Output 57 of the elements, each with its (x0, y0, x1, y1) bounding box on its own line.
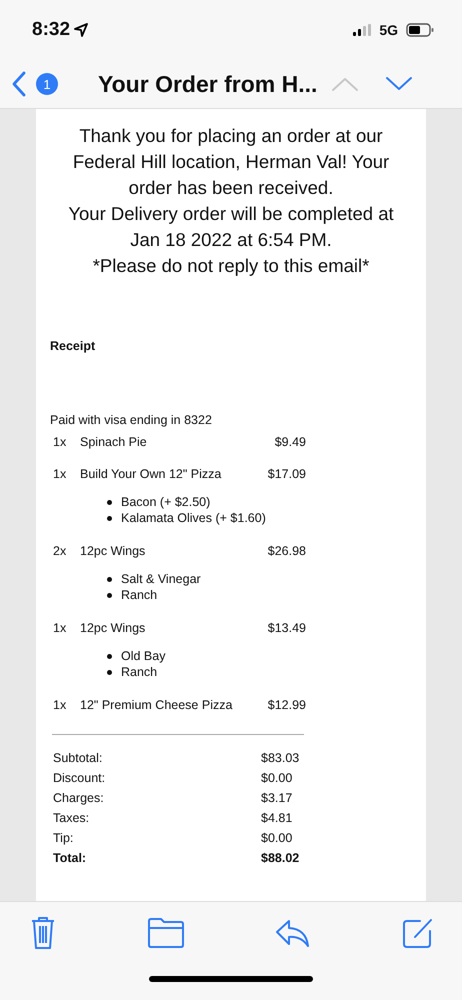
total-label: Total: (53, 850, 88, 867)
next-message-button[interactable] (385, 76, 414, 92)
trash-button[interactable] (30, 916, 56, 950)
item-quantity: 1x (52, 698, 68, 712)
item-price: $9.49 (274, 435, 306, 449)
total-label: Tip: (53, 830, 74, 847)
item-price: $12.99 (268, 698, 306, 712)
item-quantity: 2x (52, 544, 68, 558)
location-arrow-icon (74, 23, 88, 37)
message-paragraph: Your Delivery order will be completed at Jan 18 2022 at 6:54 PM. (67, 202, 395, 252)
payment-info: Paid with visa ending in 8322 (50, 413, 213, 427)
bullet-icon (107, 576, 112, 582)
item-quantity: 1x (52, 621, 68, 635)
item-name: 12pc Wings (80, 621, 146, 635)
signal-icon (353, 24, 372, 36)
total-value: $0.00 (261, 830, 294, 847)
item-option: Salt & Vinegar (121, 571, 201, 587)
bullet-icon (107, 592, 112, 598)
message-paragraph: *Please do not reply to this email* (92, 254, 370, 278)
item-name: Spinach Pie (80, 435, 148, 449)
total-label: Discount: (53, 770, 106, 787)
item-name: 12pc Wings (80, 544, 146, 558)
total-value: $0.00 (261, 770, 294, 787)
total-value: $4.81 (261, 810, 294, 827)
item-option: Ranch (121, 587, 158, 603)
total-value: $88.02 (261, 850, 300, 867)
item-option: Ranch (121, 664, 158, 680)
item-name: Build Your Own 12" Pizza (80, 467, 222, 481)
network-label: 5G (379, 22, 398, 38)
item-quantity: 1x (52, 467, 68, 481)
item-price: $26.98 (268, 544, 306, 558)
back-button[interactable] (12, 71, 26, 97)
unread-badge: 1 (36, 73, 58, 95)
item-name: 12" Premium Cheese Pizza (80, 698, 234, 712)
bullet-icon (107, 670, 112, 674)
receipt-heading: Receipt (50, 339, 96, 353)
item-quantity: 1x (52, 435, 68, 449)
battery-icon (406, 23, 434, 37)
folder-button[interactable] (146, 917, 185, 949)
reply-button[interactable] (275, 918, 312, 948)
message-paragraph: Thank you for placing an order at our Federal Hill location, Herman Val! Your order has been received. (72, 124, 390, 200)
total-value: $3.17 (261, 790, 294, 807)
total-label: Subtotal: (53, 750, 104, 767)
status-time: 8:32 (32, 19, 70, 41)
total-label: Taxes: (53, 810, 90, 827)
total-value: $83.03 (261, 750, 300, 767)
compose-button[interactable] (402, 917, 434, 949)
item-option: Bacon (+ $2.50) (121, 494, 210, 510)
item-price: $17.09 (268, 467, 306, 481)
item-option: Kalamata Olives (+ $1.60) (121, 510, 266, 526)
bullet-icon (107, 516, 112, 520)
bullet-icon (107, 500, 112, 504)
total-label: Charges: (53, 790, 105, 807)
message-subject: Your Order from H... (98, 70, 318, 98)
item-option: Old Bay (121, 648, 166, 664)
bullet-icon (107, 654, 112, 658)
item-price: $13.49 (268, 621, 306, 635)
